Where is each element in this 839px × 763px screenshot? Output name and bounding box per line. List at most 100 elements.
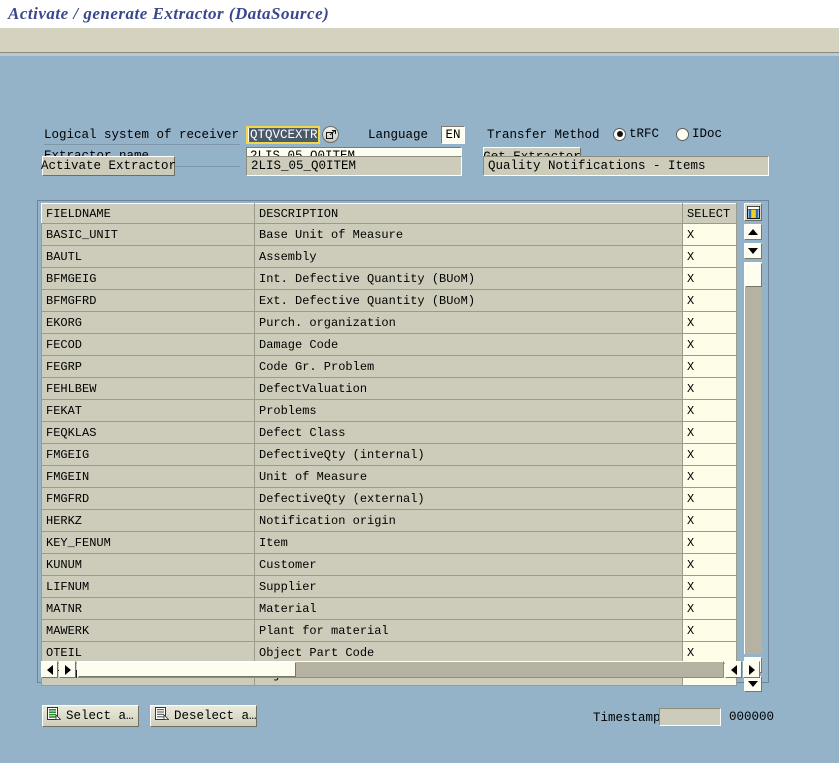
radio-idoc[interactable]: IDoc: [676, 127, 722, 141]
horizontal-scroll-thumb[interactable]: [78, 662, 296, 677]
cell-description: Assembly: [254, 245, 683, 268]
column-header-description[interactable]: DESCRIPTION: [254, 203, 683, 224]
window-title-bar: Activate / generate Extractor (DataSourc…: [0, 0, 839, 28]
cell-description: Customer: [254, 553, 683, 576]
table-row[interactable]: FEKAT Problems X: [41, 399, 737, 422]
cell-description: Damage Code: [254, 333, 683, 356]
cell-select[interactable]: X: [682, 267, 737, 290]
arrow-up-icon: [748, 229, 758, 235]
horizontal-scrollbar[interactable]: [41, 661, 760, 678]
cell-select[interactable]: X: [682, 597, 737, 620]
vertical-scroll-thumb[interactable]: [745, 263, 762, 287]
arrow-down-icon: [748, 248, 758, 254]
cell-select[interactable]: X: [682, 575, 737, 598]
scroll-down-button[interactable]: [744, 676, 762, 692]
column-config-icon[interactable]: [744, 203, 762, 221]
table-row[interactable]: FMGEIN Unit of Measure X: [41, 465, 737, 488]
hscroll-left-button[interactable]: [41, 661, 58, 678]
table-row[interactable]: KEY_FENUM Item X: [41, 531, 737, 554]
cell-fieldname: FEKAT: [41, 399, 255, 422]
cell-select[interactable]: X: [682, 487, 737, 510]
cell-select[interactable]: X: [682, 223, 737, 246]
table-row[interactable]: FEQKLAS Defect Class X: [41, 421, 737, 444]
select-all-button[interactable]: Select a…: [42, 705, 139, 727]
table-row[interactable]: KUNUM Customer X: [41, 553, 737, 576]
cell-select[interactable]: X: [682, 509, 737, 532]
table-row[interactable]: FECOD Damage Code X: [41, 333, 737, 356]
cell-select[interactable]: X: [682, 443, 737, 466]
cell-description: Base Unit of Measure: [254, 223, 683, 246]
table-row[interactable]: MATNR Material X: [41, 597, 737, 620]
cell-select[interactable]: X: [682, 355, 737, 378]
logical-system-value: QTQVCEXTR1: [249, 128, 318, 142]
cell-fieldname: LIFNUM: [41, 575, 255, 598]
table-row[interactable]: FEHLBEW DefectValuation X: [41, 377, 737, 400]
cell-select[interactable]: X: [682, 289, 737, 312]
table-row[interactable]: HERKZ Notification origin X: [41, 509, 737, 532]
table-row[interactable]: BASIC_UNIT Base Unit of Measure X: [41, 223, 737, 246]
cell-select[interactable]: X: [682, 377, 737, 400]
hscroll-right-button[interactable]: [743, 661, 760, 678]
timestamp-time-value: 000000: [729, 710, 775, 724]
cell-description: Purch. organization: [254, 311, 683, 334]
cell-fieldname: FECOD: [41, 333, 255, 356]
arrow-left-icon: [730, 664, 737, 675]
cell-fieldname: FEGRP: [41, 355, 255, 378]
search-help-icon[interactable]: [322, 126, 339, 143]
cell-select[interactable]: X: [682, 619, 737, 642]
table-row[interactable]: BAUTL Assembly X: [41, 245, 737, 268]
deselect-all-button[interactable]: Deselect a…: [150, 705, 257, 727]
cell-description: Code Gr. Problem: [254, 355, 683, 378]
horizontal-scroll-track[interactable]: [77, 661, 724, 678]
language-label: Language: [368, 128, 429, 142]
form-area: Logical system of receiver QTQVCEXTR1 La…: [0, 56, 839, 167]
cell-select[interactable]: X: [682, 399, 737, 422]
form-row1-underline: [44, 144, 240, 145]
language-input[interactable]: EN: [441, 126, 465, 144]
table-row[interactable]: EKORG Purch. organization X: [41, 311, 737, 334]
application-toolbar: [0, 28, 839, 53]
vertical-scrollbar[interactable]: [744, 203, 764, 692]
arrow-left-icon: [46, 664, 53, 675]
cell-select[interactable]: X: [682, 553, 737, 576]
cell-select[interactable]: X: [682, 531, 737, 554]
table-row[interactable]: FEGRP Code Gr. Problem X: [41, 355, 737, 378]
cell-select[interactable]: X: [682, 333, 737, 356]
vertical-scroll-track[interactable]: [744, 262, 762, 654]
cell-fieldname: BAUTL: [41, 245, 255, 268]
logical-system-input[interactable]: QTQVCEXTR1: [246, 126, 320, 144]
cell-select[interactable]: X: [682, 311, 737, 334]
cell-description: Material: [254, 597, 683, 620]
table-row[interactable]: BFMGFRD Ext. Defective Quantity (BUoM) X: [41, 289, 737, 312]
cell-fieldname: FEHLBEW: [41, 377, 255, 400]
radio-idoc-icon: [676, 127, 689, 141]
table-row[interactable]: FMGFRD DefectiveQty (external) X: [41, 487, 737, 510]
table-row[interactable]: LIFNUM Supplier X: [41, 575, 737, 598]
radio-trfc[interactable]: tRFC: [613, 127, 659, 141]
deselect-all-icon: [155, 707, 170, 725]
cell-fieldname: KUNUM: [41, 553, 255, 576]
datasource-description-value: Quality Notifications - Items: [488, 159, 706, 173]
radio-trfc-label: tRFC: [629, 127, 660, 141]
cell-fieldname: FMGEIG: [41, 443, 255, 466]
table-row[interactable]: MAWERK Plant for material X: [41, 619, 737, 642]
cell-description: Plant for material: [254, 619, 683, 642]
column-header-select[interactable]: SELECT: [682, 203, 737, 224]
cell-fieldname: MAWERK: [41, 619, 255, 642]
column-header-fieldname[interactable]: FIELDNAME: [41, 203, 255, 224]
hscroll-page-left-button[interactable]: [59, 661, 76, 678]
cell-select[interactable]: X: [682, 421, 737, 444]
cell-description: Supplier: [254, 575, 683, 598]
cell-select[interactable]: X: [682, 245, 737, 268]
scroll-up-button[interactable]: [744, 224, 762, 240]
cell-fieldname: BFMGFRD: [41, 289, 255, 312]
activate-extractor-button[interactable]: Activate Extractor: [41, 156, 176, 176]
cell-select[interactable]: X: [682, 465, 737, 488]
cell-description: Int. Defective Quantity (BUoM): [254, 267, 683, 290]
scroll-page-up-button[interactable]: [744, 243, 762, 259]
hscroll-page-right-button[interactable]: [725, 661, 742, 678]
table-row[interactable]: BFMGEIG Int. Defective Quantity (BUoM) X: [41, 267, 737, 290]
cell-description: Ext. Defective Quantity (BUoM): [254, 289, 683, 312]
table-row[interactable]: FMGEIG DefectiveQty (internal) X: [41, 443, 737, 466]
language-value: EN: [445, 128, 461, 142]
